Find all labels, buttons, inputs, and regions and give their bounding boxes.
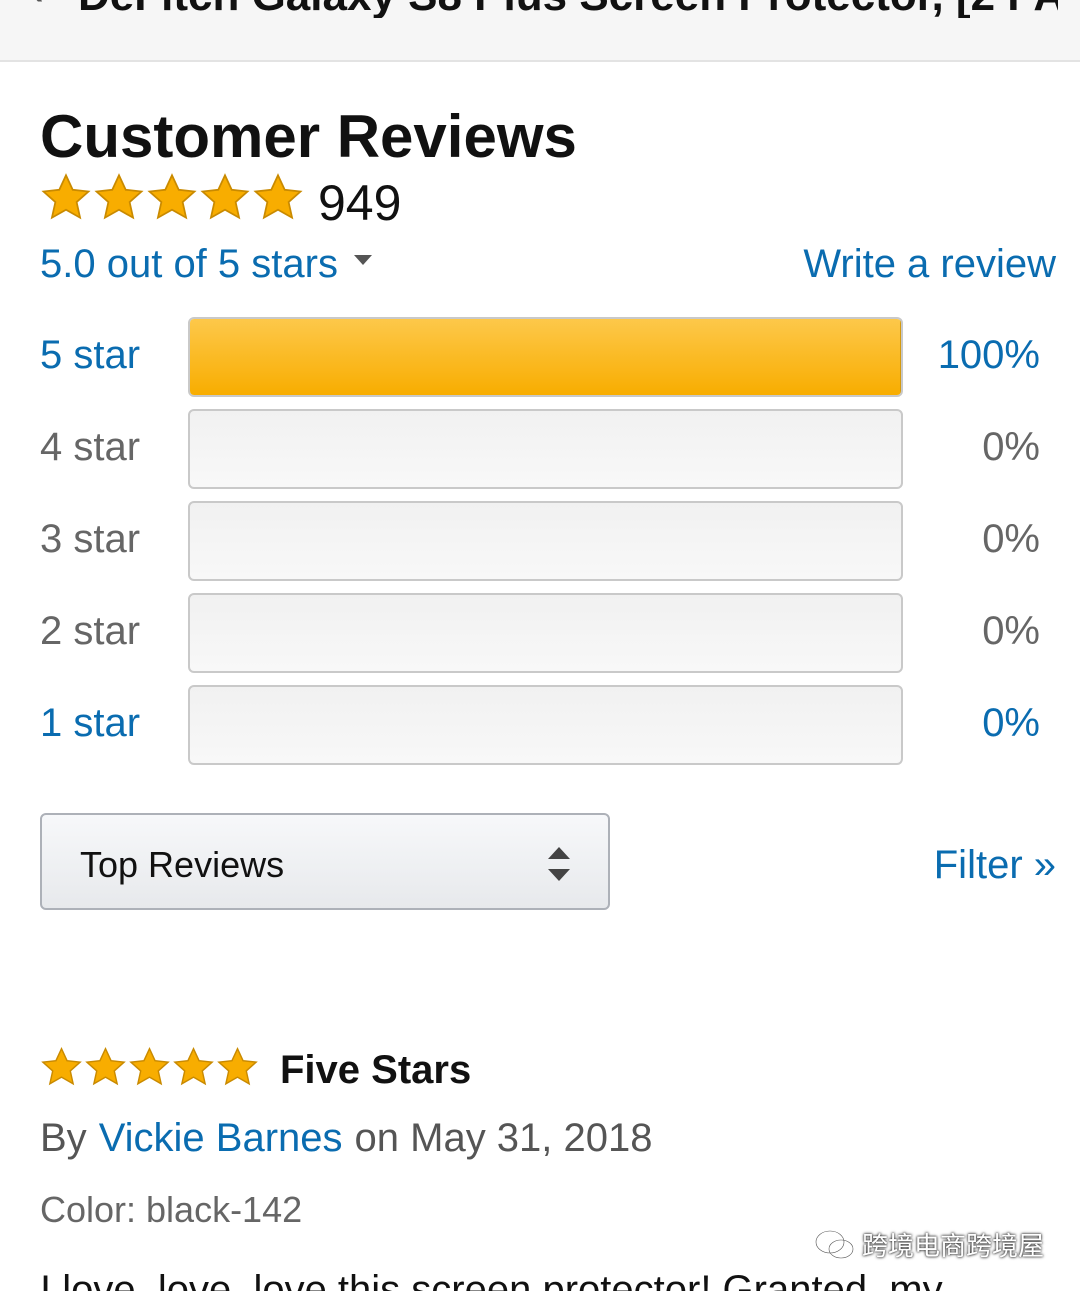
star-icon <box>85 1046 126 1086</box>
star-icon <box>41 173 91 220</box>
sort-selected-value: Top Reviews <box>80 844 285 885</box>
histogram-row: 4 star 0% <box>0 409 1080 489</box>
histogram-bar <box>188 409 903 489</box>
review-variant: Color: black-142 <box>40 1189 303 1230</box>
chevron-left-icon[interactable]: ‹ <box>28 0 44 14</box>
histogram-bar[interactable] <box>188 317 903 397</box>
star-icon <box>173 1046 214 1086</box>
histogram-percent: 0% <box>982 425 1040 469</box>
review-date: on May 31, 2018 <box>354 1116 653 1160</box>
caret-down-icon <box>353 255 372 265</box>
histogram-star-label: 3 star <box>40 517 141 561</box>
histogram-star-label[interactable]: 5 star <box>40 333 140 377</box>
filter-link[interactable]: Filter » <box>934 843 1056 887</box>
histogram-percent[interactable]: 100% <box>938 333 1040 377</box>
star-icon <box>147 173 197 220</box>
star-icon <box>129 1046 170 1086</box>
by-label: By <box>40 1116 87 1160</box>
histogram-row: 2 star 0% <box>0 593 1080 673</box>
histogram-star-label: 2 star <box>40 609 141 653</box>
star-icon <box>217 1046 258 1086</box>
histogram-percent: 0% <box>982 517 1040 561</box>
average-rating-stars[interactable] <box>40 172 305 224</box>
top-bar: ‹ DeFitch Galaxy S8 Plus Screen Protecto… <box>0 0 1080 62</box>
rating-dropdown-link[interactable]: 5.0 out of 5 stars <box>40 242 372 286</box>
total-ratings-count: 949 <box>318 175 402 231</box>
reviews-heading: Customer Reviews <box>40 103 577 170</box>
histogram-percent[interactable]: 0% <box>982 701 1040 745</box>
star-icon <box>200 173 250 220</box>
review-body: I love, love, love this screen protector… <box>40 1268 943 1291</box>
star-icon <box>41 1046 82 1086</box>
histogram-row: 3 star 0% <box>0 501 1080 581</box>
histogram-row[interactable]: 1 star 0% <box>0 685 1080 765</box>
product-title: DeFitch Galaxy S8 Plus Screen Protector,… <box>78 0 1058 18</box>
sort-select[interactable]: Top Reviews <box>40 813 610 910</box>
histogram-bar-fill <box>190 319 901 395</box>
review-byline: By Vickie Barnes on May 31, 2018 <box>40 1116 653 1160</box>
star-icon <box>253 173 303 220</box>
star-icon <box>94 173 144 220</box>
histogram-percent: 0% <box>982 609 1040 653</box>
histogram-bar <box>188 501 903 581</box>
histogram-star-label: 4 star <box>40 425 141 469</box>
histogram-star-label[interactable]: 1 star <box>40 701 140 745</box>
histogram-row[interactable]: 5 star 100% <box>0 317 1080 397</box>
watermark: 跨境电商跨境屋 <box>814 1226 1044 1263</box>
histogram-bar[interactable] <box>188 685 903 765</box>
review-title[interactable]: Five Stars <box>280 1048 471 1092</box>
rating-text: 5.0 out of 5 stars <box>40 242 338 286</box>
wechat-icon <box>814 1229 855 1259</box>
histogram-bar <box>188 593 903 673</box>
select-arrows-icon <box>548 847 570 881</box>
review-stars <box>40 1046 260 1089</box>
write-review-link[interactable]: Write a review <box>803 242 1056 286</box>
watermark-text: 跨境电商跨境屋 <box>861 1231 1044 1261</box>
review-author-link[interactable]: Vickie Barnes <box>99 1116 343 1160</box>
